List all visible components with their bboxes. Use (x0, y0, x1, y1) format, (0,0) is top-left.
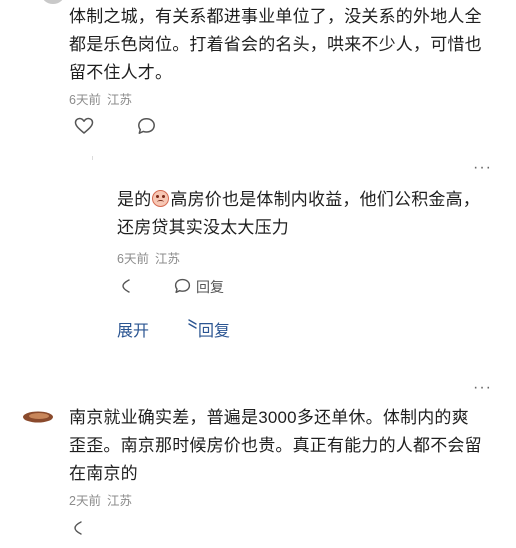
comment-text-line: 留不住人才。 (69, 63, 173, 82)
collapse-replies-link[interactable]: 回复 (198, 317, 230, 341)
reply-bubble-icon[interactable] (174, 278, 191, 294)
like-heart-partial-icon[interactable] (120, 278, 132, 294)
reply-meta: 6天前 江苏 (117, 248, 180, 267)
reply-text: 是的 高房价也是体制内收益，他们公积金高， 还房贷其实没太大压力 (117, 186, 507, 242)
comment-text-line: 歪歪。南京那时候房价也贵。真正有能力的人都不会留 (69, 436, 482, 455)
reply-button[interactable]: 回复 (196, 277, 224, 297)
avatar-image-icon (23, 411, 53, 423)
avatar[interactable] (22, 410, 54, 424)
comment-text: 南京就业确实差，普遍是3000多还单休。体制内的爽 歪歪。南京那时候房价也贵。真… (69, 404, 509, 488)
comment-text-line: 体制之城，有关系都进事业单位了，没关系的外地人全 (69, 7, 482, 26)
comment-text-line: 在南京的 (69, 464, 138, 483)
thread-divider (92, 156, 93, 160)
reply-text-line: 还房贷其实没太大压力 (117, 218, 289, 237)
comment-meta: 6天前 江苏 (69, 89, 132, 108)
reply-location: 江苏 (154, 252, 180, 266)
reply-time: 6天前 (117, 252, 149, 266)
comment-location: 江苏 (106, 93, 132, 107)
more-options-icon[interactable]: ··· (473, 380, 492, 396)
reply-text-rest: 高房价也是体制内收益，他们公积金高， (170, 190, 481, 209)
comment-bubble-icon[interactable] (137, 117, 156, 135)
avatar[interactable] (42, 0, 64, 4)
blush-emoji-icon (152, 190, 170, 207)
expand-replies-link[interactable]: 展开 (117, 317, 149, 341)
comment-text-line: 南京就业确实差，普遍是3000多还单休。体制内的爽 (69, 408, 469, 427)
comment-time: 2天前 (69, 494, 101, 508)
comment-text-line: 都是乐色岗位。打着省会的名头，哄来不少人，可惜也 (69, 35, 482, 54)
like-heart-partial-icon[interactable] (72, 520, 84, 536)
comment-location: 江苏 (106, 494, 132, 508)
reply-text-line: 是的 高房价也是体制内收益，他们公积金高， (117, 186, 507, 214)
like-heart-icon[interactable] (74, 117, 94, 135)
comment-time: 6天前 (69, 93, 101, 107)
comment-text: 体制之城，有关系都进事业单位了，没关系的外地人全 都是乐色岗位。打着省会的名头，… (69, 3, 509, 87)
reply-text-prefix: 是的 (117, 190, 152, 209)
more-options-icon[interactable]: ··· (473, 160, 492, 176)
comment-meta: 2天前 江苏 (69, 490, 132, 509)
